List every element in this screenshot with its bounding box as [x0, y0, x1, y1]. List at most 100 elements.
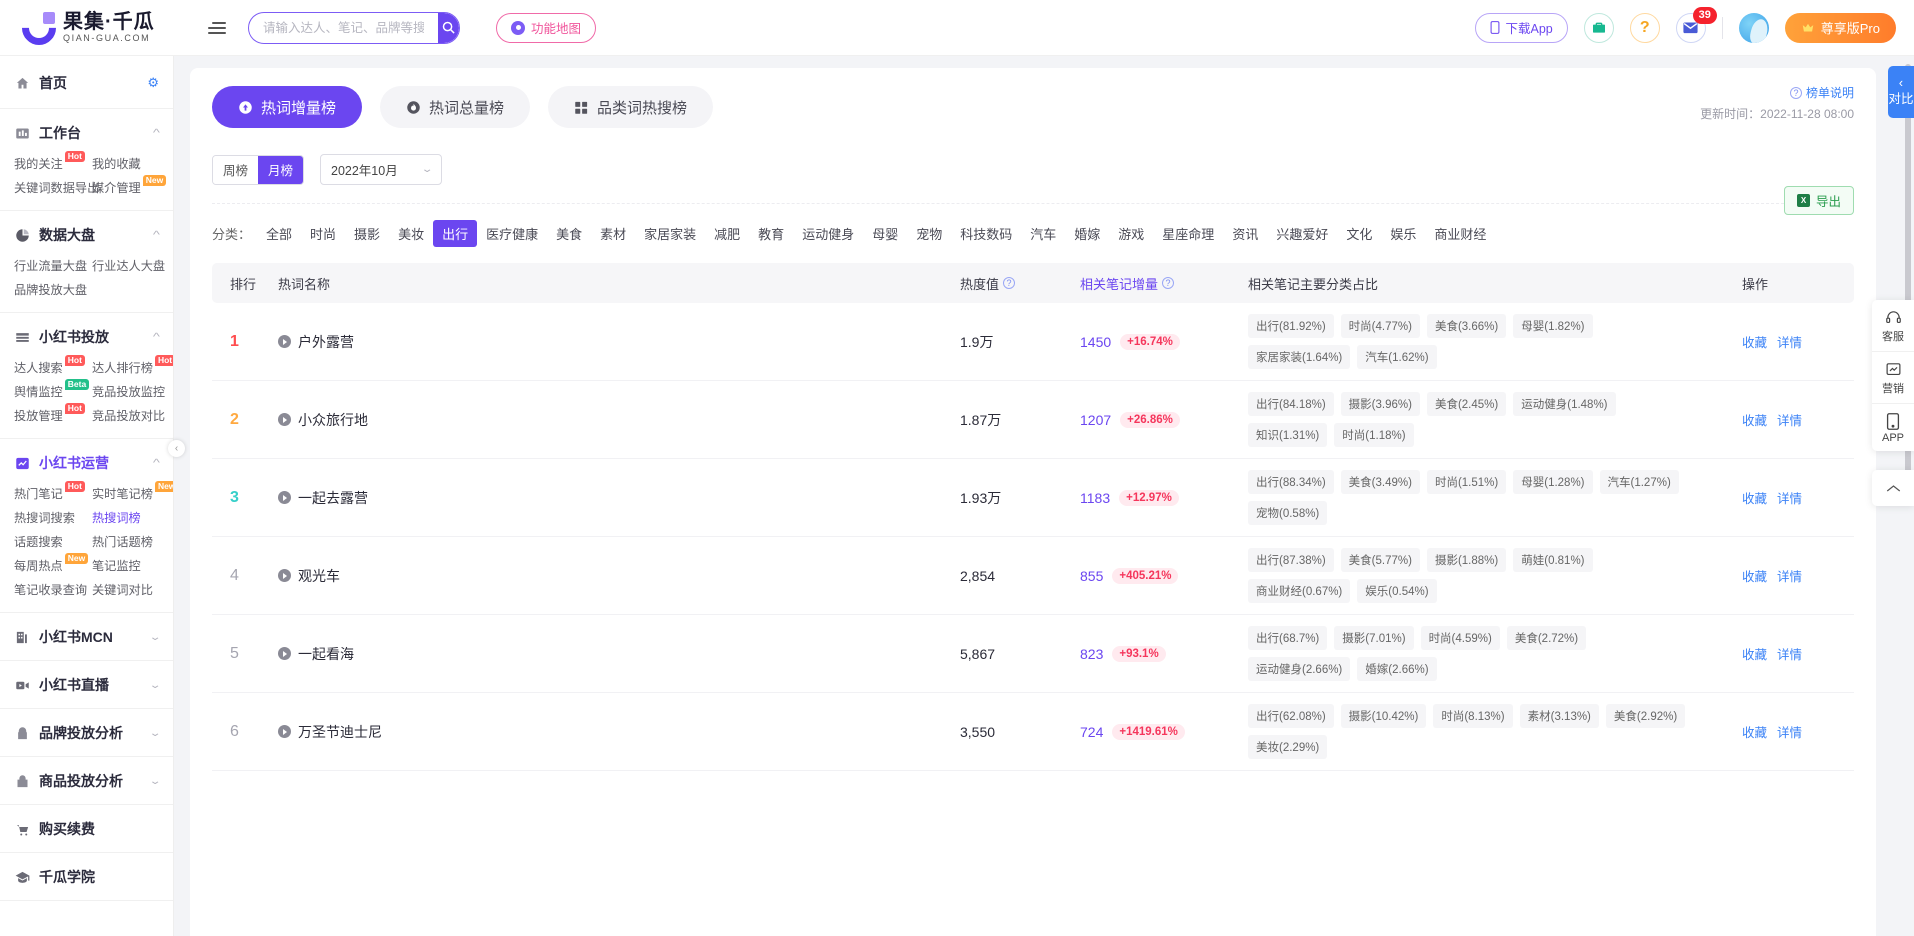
detail-button[interactable]: 详情: [1777, 644, 1802, 663]
tab-2[interactable]: 品类词热搜榜: [548, 86, 714, 128]
right-widget-item-1[interactable]: 营销: [1872, 352, 1914, 404]
sidebar-item-3-2[interactable]: 热搜词搜索: [14, 506, 92, 530]
category-1[interactable]: 时尚: [301, 220, 345, 247]
collect-button[interactable]: 收藏: [1742, 644, 1767, 663]
right-widget-item-0[interactable]: 客服: [1872, 300, 1914, 352]
sidebar-item-0-3[interactable]: 媒介管理 New: [92, 175, 170, 200]
sidebar-item-3-5[interactable]: 热门话题榜: [92, 530, 170, 554]
ranking-note-link[interactable]: ? 榜单说明: [1789, 84, 1854, 101]
category-6[interactable]: 美食: [547, 220, 591, 247]
category-2[interactable]: 摄影: [345, 220, 389, 247]
feature-map-button[interactable]: 功能地图: [496, 12, 597, 43]
increment-help-icon[interactable]: ?: [1162, 277, 1175, 289]
collect-button[interactable]: 收藏: [1742, 722, 1767, 741]
sidebar-item-2-3[interactable]: 竞品投放监控: [92, 380, 170, 404]
sidebar-item-3-4[interactable]: 话题搜索: [14, 530, 92, 554]
sidebar-section-header-collapsed-0[interactable]: 小红书MCN ⌄: [0, 624, 173, 650]
detail-button[interactable]: 详情: [1777, 488, 1802, 507]
sidebar-item-3-3[interactable]: 热搜词榜: [92, 506, 170, 530]
row-keyword[interactable]: 万圣节迪士尼: [278, 722, 960, 742]
category-4[interactable]: 出行: [433, 220, 478, 247]
category-12[interactable]: 母婴: [863, 220, 907, 247]
sidebar-item-1-2[interactable]: 品牌投放大盘: [14, 278, 92, 302]
sidebar-item-3-7[interactable]: 笔记监控: [92, 554, 170, 578]
sidebar-item-3-9[interactable]: 关键词对比: [92, 578, 170, 602]
sidebar-section-header-collapsed-1[interactable]: 小红书直播 ⌄: [0, 672, 173, 698]
sidebar-item-0-1[interactable]: 我的收藏: [92, 152, 170, 176]
row-keyword[interactable]: 一起去露营: [278, 488, 960, 508]
detail-button[interactable]: 详情: [1777, 410, 1802, 429]
sidebar-section-header-collapsed-4[interactable]: 购买续费: [0, 816, 173, 842]
sidebar-section-header-collapsed-3[interactable]: 商品投放分析 ⌄: [0, 768, 173, 794]
sidebar-section-header-2[interactable]: 小红书投放 ^: [0, 324, 173, 350]
month-select[interactable]: 2022年10月 ⌄: [320, 154, 442, 185]
detail-button[interactable]: 详情: [1777, 722, 1802, 741]
download-app-button[interactable]: 下载App: [1474, 12, 1568, 43]
category-15[interactable]: 汽车: [1021, 220, 1065, 247]
detail-button[interactable]: 详情: [1777, 566, 1802, 585]
category-5[interactable]: 医疗健康: [477, 220, 547, 247]
category-18[interactable]: 星座命理: [1153, 220, 1223, 247]
category-0[interactable]: 全部: [257, 220, 301, 247]
sidebar-collapse-toggle[interactable]: ‹: [168, 440, 185, 457]
category-22[interactable]: 娱乐: [1381, 220, 1425, 247]
collect-button[interactable]: 收藏: [1742, 332, 1767, 351]
export-button[interactable]: X 导出: [1783, 186, 1854, 215]
sidebar-item-2-2[interactable]: 舆情监控 Beta: [14, 379, 92, 404]
period-month[interactable]: 月榜: [258, 155, 303, 184]
row-keyword[interactable]: 户外露营: [278, 332, 960, 352]
menu-collapse-icon[interactable]: [200, 21, 226, 34]
sidebar-section-header-3[interactable]: 小红书运营 ^: [0, 450, 173, 476]
scroll-to-top-button[interactable]: [1872, 470, 1914, 506]
sidebar-item-1-0[interactable]: 行业流量大盘: [14, 254, 92, 278]
sidebar-item-2-1[interactable]: 达人排行榜 Hot: [92, 355, 173, 380]
category-20[interactable]: 兴趣爱好: [1267, 220, 1337, 247]
logo[interactable]: 果集·千瓜 QIAN-GUA.COM: [14, 3, 192, 52]
sidebar-item-3-0[interactable]: 热门笔记 Hot: [14, 481, 92, 506]
help-button[interactable]: ?: [1629, 12, 1660, 43]
category-19[interactable]: 资讯: [1223, 220, 1267, 247]
sidebar-item-0-2[interactable]: 关键词数据导出: [14, 176, 99, 200]
category-16[interactable]: 婚嫁: [1065, 220, 1109, 247]
heat-help-icon[interactable]: ?: [1003, 277, 1016, 289]
search-button[interactable]: [438, 12, 459, 43]
collect-button[interactable]: 收藏: [1742, 410, 1767, 429]
message-button[interactable]: 39: [1675, 6, 1717, 43]
sidebar-item-home[interactable]: 首页 ⚙: [0, 70, 173, 96]
compare-panel-toggle[interactable]: ‹ 对比: [1888, 66, 1914, 118]
sidebar-item-2-0[interactable]: 达人搜索 Hot: [14, 355, 92, 380]
sidebar-section-header-collapsed-2[interactable]: 品牌投放分析 ⌄: [0, 720, 173, 746]
sidebar-item-0-0[interactable]: 我的关注 Hot: [14, 151, 92, 176]
category-11[interactable]: 运动健身: [793, 220, 863, 247]
sidebar-item-3-8[interactable]: 笔记收录查询: [14, 578, 92, 602]
category-7[interactable]: 素材: [591, 220, 635, 247]
row-keyword[interactable]: 一起看海: [278, 644, 960, 664]
category-9[interactable]: 减肥: [705, 220, 749, 247]
category-10[interactable]: 教育: [749, 220, 793, 247]
tab-1[interactable]: 热词总量榜: [380, 86, 531, 128]
sidebar-section-header-collapsed-5[interactable]: 千瓜学院: [0, 864, 173, 890]
tab-0[interactable]: 热词增量榜: [212, 86, 363, 128]
category-8[interactable]: 家居家装: [635, 220, 705, 247]
briefcase-button[interactable]: [1583, 12, 1614, 43]
detail-button[interactable]: 详情: [1777, 332, 1802, 351]
search-input[interactable]: [249, 12, 438, 43]
period-week[interactable]: 周榜: [213, 155, 258, 184]
pro-upgrade-button[interactable]: 尊享版Pro: [1784, 12, 1896, 43]
column-increment[interactable]: 相关笔记增量 ?: [1080, 274, 1248, 293]
sidebar-item-3-1[interactable]: 实时笔记榜 New: [92, 481, 173, 506]
category-23[interactable]: 商业财经: [1425, 220, 1495, 247]
collect-button[interactable]: 收藏: [1742, 488, 1767, 507]
sidebar-item-1-1[interactable]: 行业达人大盘: [92, 254, 170, 278]
category-14[interactable]: 科技数码: [951, 220, 1021, 247]
category-3[interactable]: 美妆: [389, 220, 433, 247]
sidebar-section-header-1[interactable]: 数据大盘 ^: [0, 222, 173, 248]
right-widget-item-2[interactable]: APP: [1872, 404, 1914, 451]
category-13[interactable]: 宠物: [907, 220, 951, 247]
sidebar-item-2-4[interactable]: 投放管理 Hot: [14, 403, 92, 428]
gear-icon[interactable]: ⚙: [147, 75, 159, 91]
collect-button[interactable]: 收藏: [1742, 566, 1767, 585]
row-keyword[interactable]: 小众旅行地: [278, 410, 960, 430]
row-keyword[interactable]: 观光车: [278, 566, 960, 586]
category-17[interactable]: 游戏: [1109, 220, 1153, 247]
